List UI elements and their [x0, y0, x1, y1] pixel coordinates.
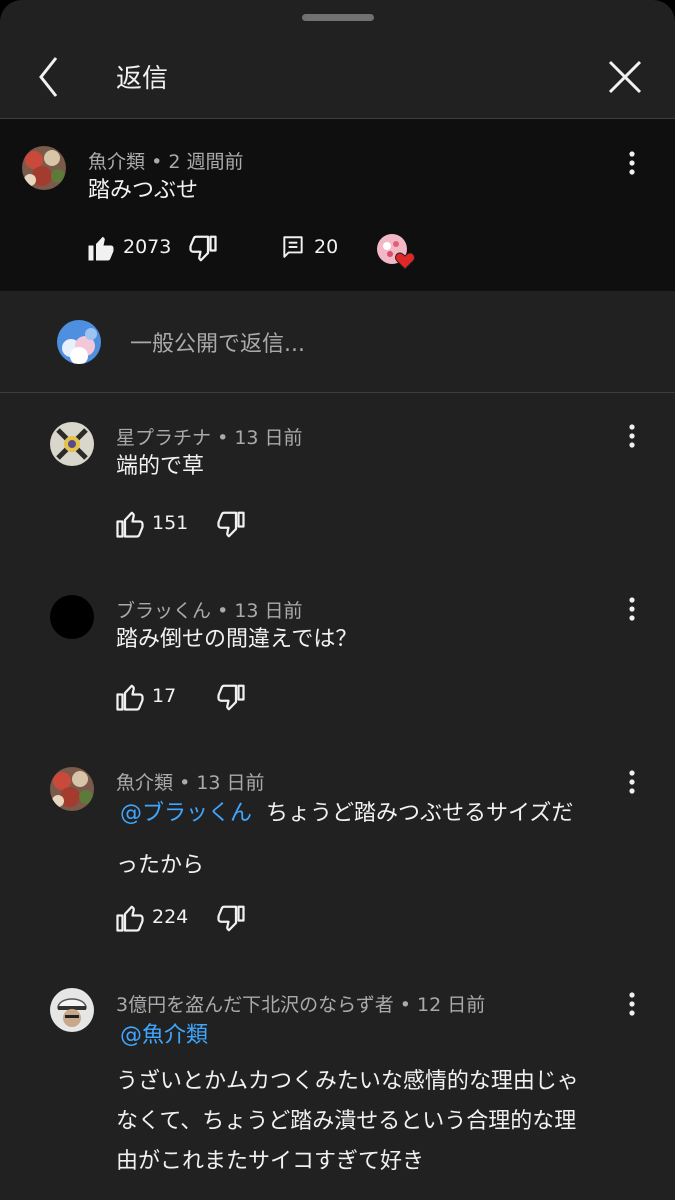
- reply-input-row[interactable]: 一般公開で返信...: [0, 292, 675, 393]
- like-button[interactable]: [115, 903, 145, 937]
- more-vertical-icon: [629, 770, 635, 794]
- creator-heart-badge: [376, 232, 416, 274]
- dislike-button[interactable]: [188, 233, 218, 267]
- comment-author[interactable]: 3億円を盗んだ下北沢のならず者: [116, 994, 394, 1016]
- more-options-button[interactable]: [617, 416, 647, 456]
- mention-link[interactable]: @魚介類: [120, 1016, 656, 1056]
- chevron-left-icon: [39, 57, 58, 97]
- dislike-button[interactable]: [216, 509, 246, 543]
- comment-line: @ブラッくん ちょうど踏みつぶせるサイズだ: [116, 794, 636, 834]
- avatar[interactable]: [50, 422, 94, 466]
- replies-button[interactable]: [280, 234, 306, 264]
- comment-text: 踏み倒せの間違えでは？: [116, 627, 358, 652]
- thumbs-down-icon: [217, 905, 245, 932]
- more-vertical-icon: [629, 992, 635, 1016]
- more-options-button[interactable]: [617, 984, 647, 1024]
- avatar[interactable]: [22, 146, 66, 190]
- comment-meta: 3億円を盗んだ下北沢のならず者 • 12 日前: [116, 990, 485, 1017]
- thumbs-down-icon: [217, 511, 245, 538]
- like-count: 17: [152, 685, 177, 707]
- thumbs-up-icon: [116, 511, 144, 538]
- more-options-button[interactable]: [617, 589, 647, 629]
- meta-separator: •: [399, 994, 411, 1016]
- back-button[interactable]: [24, 52, 74, 102]
- replies-sheet: 返信 魚介類 • 2 週間前 踏みつぶせ 2073 20 一般公開で返信... …: [0, 0, 675, 1200]
- dislike-button[interactable]: [216, 682, 246, 716]
- thumbs-down-icon: [217, 684, 245, 711]
- more-vertical-icon: [629, 424, 635, 448]
- thumbs-up-icon: [116, 905, 144, 932]
- my-avatar: [57, 320, 101, 364]
- comment-author[interactable]: 魚介類: [116, 772, 173, 794]
- comment-icon: [283, 236, 303, 258]
- more-options-button[interactable]: [617, 762, 647, 802]
- reply-input[interactable]: 一般公開で返信...: [130, 326, 305, 358]
- mention-link[interactable]: @ブラッくん: [120, 801, 252, 826]
- meta-separator: •: [179, 772, 191, 794]
- drag-handle[interactable]: [302, 14, 374, 21]
- close-icon: [608, 60, 642, 94]
- comment-time: 2 週間前: [168, 151, 244, 173]
- comment-line-2: ったから: [116, 853, 205, 878]
- avatar[interactable]: [50, 988, 94, 1032]
- comment-meta: 魚介類 • 13 日前: [116, 768, 265, 795]
- like-count: 151: [152, 512, 189, 534]
- comment-author[interactable]: 星プラチナ: [116, 427, 211, 449]
- meta-separator: •: [217, 600, 229, 622]
- comment-line-3: 由がこれまたサイコすぎて好き: [116, 1149, 425, 1174]
- comment-text: 踏みつぶせ: [88, 178, 199, 203]
- comment-meta: 星プラチナ • 13 日前: [116, 423, 303, 450]
- more-vertical-icon: [629, 597, 635, 621]
- comment-text: 端的で草: [116, 454, 205, 479]
- comment-meta: 魚介類 • 2 週間前: [88, 147, 243, 174]
- meta-separator: •: [151, 151, 163, 173]
- sheet-header: 返信: [0, 30, 675, 119]
- like-count: 2073: [123, 236, 172, 258]
- like-count: 224: [152, 906, 189, 928]
- comment-time: 13 日前: [234, 427, 303, 449]
- parent-comment: 魚介類 • 2 週間前 踏みつぶせ 2073 20: [0, 119, 675, 291]
- meta-separator: •: [217, 427, 229, 449]
- thumbs-up-icon: [116, 684, 144, 711]
- creator-heart-icon: [377, 234, 415, 270]
- comment-line-1: ちょうど踏みつぶせるサイズだ: [266, 801, 574, 826]
- comment-time: 12 日前: [417, 994, 486, 1016]
- close-button[interactable]: [600, 52, 650, 102]
- thumbs-up-filled-icon: [88, 236, 114, 261]
- comment-time: 13 日前: [196, 772, 265, 794]
- like-button[interactable]: [115, 509, 145, 543]
- more-vertical-icon: [629, 151, 635, 175]
- comment-line-2: なくて、ちょうど踏み潰せるという合理的な理: [116, 1109, 577, 1134]
- comment-time: 13 日前: [234, 600, 303, 622]
- like-button[interactable]: [115, 682, 145, 716]
- thumbs-down-icon: [189, 235, 217, 262]
- comment-author[interactable]: ブラッくん: [116, 600, 211, 622]
- reply-count: 20: [314, 236, 339, 258]
- comment-text: @魚介類 うざいとかムカつくみたいな感情的な理由じゃ なくて、ちょうど踏み潰せる…: [116, 1016, 656, 1182]
- dislike-button[interactable]: [216, 903, 246, 937]
- comment-meta: ブラッくん • 13 日前: [116, 596, 303, 623]
- avatar[interactable]: [50, 767, 94, 811]
- comment-text: @ブラッくん ちょうど踏みつぶせるサイズだ ったから: [116, 794, 636, 886]
- comment-author[interactable]: 魚介類: [88, 151, 145, 173]
- like-button[interactable]: [86, 233, 116, 267]
- comment-line-1: うざいとかムカつくみたいな感情的な理由じゃ: [116, 1069, 579, 1094]
- page-title: 返信: [116, 64, 169, 94]
- avatar[interactable]: [50, 595, 94, 639]
- more-options-button[interactable]: [617, 143, 647, 183]
